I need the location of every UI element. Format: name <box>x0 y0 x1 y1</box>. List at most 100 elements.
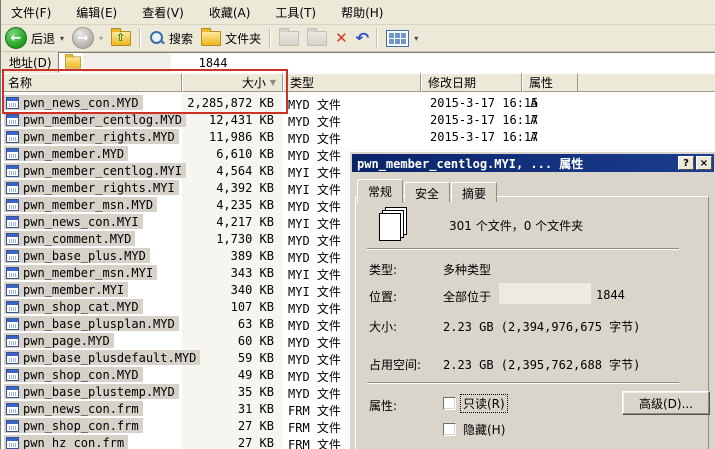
file-name: pwn_news_con.MYI <box>23 215 139 229</box>
dialog-tab[interactable]: 常规 <box>357 179 403 203</box>
column-header-attributes[interactable]: 属性 <box>522 73 578 92</box>
dialog-tab[interactable]: 摘要 <box>451 182 497 202</box>
selected-name-cell[interactable]: pwn_base_plusdefault.MYD <box>4 350 200 365</box>
selected-name-cell[interactable]: pwn_news_con.frm <box>4 401 143 416</box>
column-header-name[interactable]: 名称 <box>1 73 182 92</box>
table-row[interactable]: pwn_news_con.MYD 2,285,872 KB MYD 文件 201… <box>1 94 715 111</box>
close-button[interactable]: × <box>696 156 712 170</box>
type-label: 类型: <box>369 261 397 278</box>
selected-name-cell[interactable]: pwn_news_con.MYD <box>4 95 143 110</box>
file-size: 343 KB <box>182 266 274 280</box>
undo-button[interactable]: ↶ <box>352 26 373 50</box>
selected-name-cell[interactable]: pwn_hz_con.frm <box>4 435 128 449</box>
column-header-modified[interactable]: 修改日期 <box>421 73 522 92</box>
back-dropdown-icon[interactable]: ▾ <box>60 34 64 43</box>
toolbar: ← 后退 ▾ → ▾ ⇧ 搜索 文件夹 ✕ ↶ <box>1 25 715 52</box>
selected-name-cell[interactable]: pwn_member_centlog.MYI <box>4 163 186 178</box>
file-type: FRM 文件 <box>288 436 341 449</box>
attributes-label: 属性: <box>369 397 397 414</box>
selected-name-cell[interactable]: pwn_news_con.MYI <box>4 214 143 229</box>
menu-item[interactable]: 工具(T) <box>265 1 331 24</box>
file-size: 11,986 KB <box>182 130 274 144</box>
advanced-button[interactable]: 高级(D)... <box>622 391 710 415</box>
file-name: pwn_member_msn.MYD <box>23 198 153 212</box>
menu-item[interactable]: 文件(F) <box>1 1 66 24</box>
selected-name-cell[interactable]: pwn_member_centlog.MYD <box>4 112 186 127</box>
folder-up-icon: ⇧ <box>111 31 131 46</box>
type-value: 多种类型 <box>443 261 491 278</box>
file-size: 59 KB <box>182 351 274 365</box>
search-button[interactable]: 搜索 <box>145 26 197 50</box>
menu-item[interactable]: 查看(V) <box>132 1 199 24</box>
copy-to-folder-icon <box>307 31 327 46</box>
selected-name-cell[interactable]: pwn_base_plustemp.MYD <box>4 384 179 399</box>
selected-name-cell[interactable]: pwn_base_plusplan.MYD <box>4 316 179 331</box>
file-icon <box>6 131 19 143</box>
views-dropdown-icon[interactable]: ▾ <box>414 34 418 43</box>
dialog-title-bar[interactable]: pwn_member_centlog.MYI, ... 属性 ? × <box>352 154 714 172</box>
dialog-tab[interactable]: 安全 <box>404 182 450 202</box>
file-size: 35 KB <box>182 385 274 399</box>
file-icon <box>6 165 19 177</box>
selected-name-cell[interactable]: pwn_shop_cat.MYD <box>4 299 143 314</box>
table-row[interactable]: pwn_member_centlog.MYD 12,431 KB MYD 文件 … <box>1 111 715 128</box>
column-header-size[interactable]: 大小▼ <box>182 73 283 92</box>
views-button[interactable]: ▾ <box>382 26 422 50</box>
menu-item[interactable]: 帮助(H) <box>331 1 398 24</box>
file-icon <box>6 97 19 109</box>
selected-name-cell[interactable]: pwn_shop_con.MYD <box>4 367 143 382</box>
column-header-filler <box>578 73 715 92</box>
file-name: pwn_base_plusdefault.MYD <box>23 351 196 365</box>
checkbox-row: 隐藏(H) <box>443 421 507 438</box>
file-modified: 2015-3-17 16:15 <box>430 96 538 110</box>
file-name: pwn_base_plustemp.MYD <box>23 385 175 399</box>
file-size: 4,564 KB <box>182 164 274 178</box>
address-redaction <box>83 53 171 72</box>
copy-to-button <box>303 26 331 50</box>
file-size: 27 KB <box>182 419 274 433</box>
selected-name-cell[interactable]: pwn_member_msn.MYI <box>4 265 157 280</box>
selected-name-cell[interactable]: pwn_member.MYD <box>4 146 128 161</box>
forward-button[interactable]: → ▾ <box>68 26 107 50</box>
table-row[interactable]: pwn_member_rights.MYD 11,986 KB MYD 文件 2… <box>1 128 715 145</box>
help-button[interactable]: ? <box>678 156 694 170</box>
selected-name-cell[interactable]: pwn_member_msn.MYD <box>4 197 157 212</box>
file-size: 27 KB <box>182 436 274 449</box>
checkbox[interactable] <box>443 397 456 410</box>
delete-button[interactable]: ✕ <box>331 26 352 50</box>
delete-x-icon: ✕ <box>335 31 348 46</box>
file-icon <box>6 386 19 398</box>
menu-item[interactable]: 编辑(E) <box>66 1 132 24</box>
selected-name-cell[interactable]: pwn_member_rights.MYD <box>4 129 179 144</box>
file-icon <box>6 369 19 381</box>
menu-item[interactable]: 收藏(A) <box>199 1 266 24</box>
selected-name-cell[interactable]: pwn_member_rights.MYI <box>4 180 179 195</box>
file-size: 60 KB <box>182 334 274 348</box>
file-name: pwn_base_plus.MYD <box>23 249 146 263</box>
selected-name-cell[interactable]: pwn_page.MYD <box>4 333 114 348</box>
size-label: 大小: <box>369 318 397 335</box>
address-input[interactable]: 1844 <box>58 52 715 73</box>
file-name: pwn_page.MYD <box>23 334 110 348</box>
file-icon <box>6 301 19 313</box>
toolbar-separator <box>139 28 141 48</box>
file-modified: 2015-3-17 16:17 <box>430 113 538 127</box>
address-label: 地址(D) <box>1 54 58 71</box>
file-attributes: A <box>524 113 544 127</box>
column-header-type[interactable]: 类型 <box>283 73 421 92</box>
file-icon <box>6 267 19 279</box>
location-prefix: 全部位于 <box>443 288 491 305</box>
file-size: 31 KB <box>182 402 274 416</box>
selected-name-cell[interactable]: pwn_comment.MYD <box>4 231 135 246</box>
selected-name-cell[interactable]: pwn_shop_con.frm <box>4 418 143 433</box>
checkbox[interactable] <box>443 423 456 436</box>
file-icon <box>6 403 19 415</box>
file-name: pwn_base_plusplan.MYD <box>23 317 175 331</box>
selected-name-cell[interactable]: pwn_base_plus.MYD <box>4 248 150 263</box>
back-button[interactable]: ← 后退 ▾ <box>1 26 68 50</box>
checkbox-row: 只读(R) <box>443 395 507 412</box>
up-button[interactable]: ⇧ <box>107 26 135 50</box>
selected-name-cell[interactable]: pwn_member.MYI <box>4 282 128 297</box>
folders-button[interactable]: 文件夹 <box>197 26 265 50</box>
divider <box>367 248 679 250</box>
